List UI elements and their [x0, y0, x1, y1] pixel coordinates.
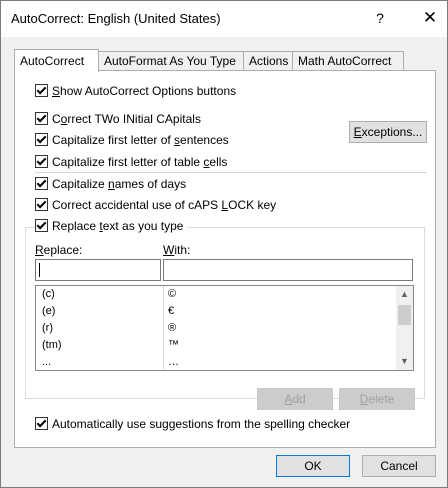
- autocorrect-dialog: AutoCorrect: English (United States) ? ✕…: [0, 0, 448, 488]
- capitalize-first-table-cell-checkbox[interactable]: Capitalize first letter of table cells: [35, 154, 227, 170]
- option-label: Replace text as you type: [52, 219, 184, 233]
- replace-label: Replace:: [35, 243, 83, 257]
- checkbox-checked-icon: [35, 177, 48, 190]
- tab-math-autocorrect[interactable]: Math AutoCorrect: [292, 51, 404, 71]
- checkbox-checked-icon: [35, 198, 48, 211]
- close-icon[interactable]: ✕: [415, 5, 445, 31]
- correct-two-initial-capitals-checkbox[interactable]: Correct TWo INitial CApitals: [35, 111, 201, 127]
- vertical-scrollbar[interactable]: ▲ ▼: [396, 286, 413, 370]
- checkbox-checked-icon: [35, 84, 48, 97]
- checkbox-checked-icon: [35, 155, 48, 168]
- option-label: Capitalize names of days: [52, 177, 187, 191]
- option-label: Correct accidental use of cAPS LOCK key: [52, 198, 277, 212]
- checkbox-checked-icon: [35, 219, 48, 232]
- checkbox-checked-icon: [35, 417, 48, 430]
- delete-button[interactable]: Delete: [339, 388, 415, 410]
- tab-autoformat-as-you-type[interactable]: AutoFormat As You Type: [98, 51, 254, 71]
- help-icon[interactable]: ?: [365, 5, 395, 31]
- add-button[interactable]: Add: [257, 388, 333, 410]
- window-title: AutoCorrect: English (United States): [11, 11, 221, 26]
- use-spelling-suggestions-checkbox[interactable]: Automatically use suggestions from the s…: [35, 416, 350, 432]
- title-bar: AutoCorrect: English (United States) ? ✕: [1, 1, 447, 37]
- cancel-button[interactable]: Cancel: [362, 455, 436, 477]
- with-input[interactable]: [163, 259, 413, 281]
- replace-text-as-you-type-checkbox[interactable]: Replace text as you type: [35, 218, 188, 234]
- list-item[interactable]: ... …: [36, 354, 396, 370]
- autocorrect-panel: Show AutoCorrect Options buttons Correct…: [14, 70, 436, 448]
- option-label: Capitalize first letter of sentences: [52, 133, 229, 147]
- option-label: Automatically use suggestions from the s…: [52, 417, 351, 431]
- show-autocorrect-options-checkbox[interactable]: Show AutoCorrect Options buttons: [35, 83, 236, 99]
- option-label: Show AutoCorrect Options buttons: [52, 84, 237, 98]
- list-item[interactable]: (e) €: [36, 303, 396, 320]
- correct-caps-lock-checkbox[interactable]: Correct accidental use of cAPS LOCK key: [35, 197, 276, 213]
- scroll-thumb[interactable]: [398, 305, 411, 325]
- replace-input[interactable]: [35, 259, 161, 281]
- capitalize-first-sentence-checkbox[interactable]: Capitalize first letter of sentences: [35, 132, 229, 148]
- list-item[interactable]: (r) ®: [36, 320, 396, 337]
- tab-strip: AutoCorrect AutoFormat As You Type Actio…: [14, 49, 434, 72]
- with-label: With:: [163, 243, 191, 257]
- list-item[interactable]: (c) ©: [36, 286, 396, 303]
- ok-button[interactable]: OK: [276, 455, 350, 477]
- checkbox-checked-icon: [35, 133, 48, 146]
- checkbox-checked-icon: [35, 112, 48, 125]
- autocorrect-entries-list[interactable]: (c) © (e) € (r) ® (tm) ™ ... … ▲ ▼: [35, 285, 414, 371]
- text-caret: [39, 263, 40, 277]
- option-label: Correct TWo INitial CApitals: [52, 112, 201, 126]
- list-item[interactable]: (tm) ™: [36, 337, 396, 354]
- option-label: Capitalize first letter of table cells: [52, 155, 228, 169]
- scroll-up-icon[interactable]: ▲: [396, 286, 413, 303]
- scroll-down-icon[interactable]: ▼: [396, 353, 413, 370]
- capitalize-names-of-days-checkbox[interactable]: Capitalize names of days: [35, 176, 186, 192]
- divider: [35, 172, 427, 173]
- exceptions-button[interactable]: Exceptions...: [349, 121, 427, 143]
- tab-autocorrect[interactable]: AutoCorrect: [14, 49, 99, 72]
